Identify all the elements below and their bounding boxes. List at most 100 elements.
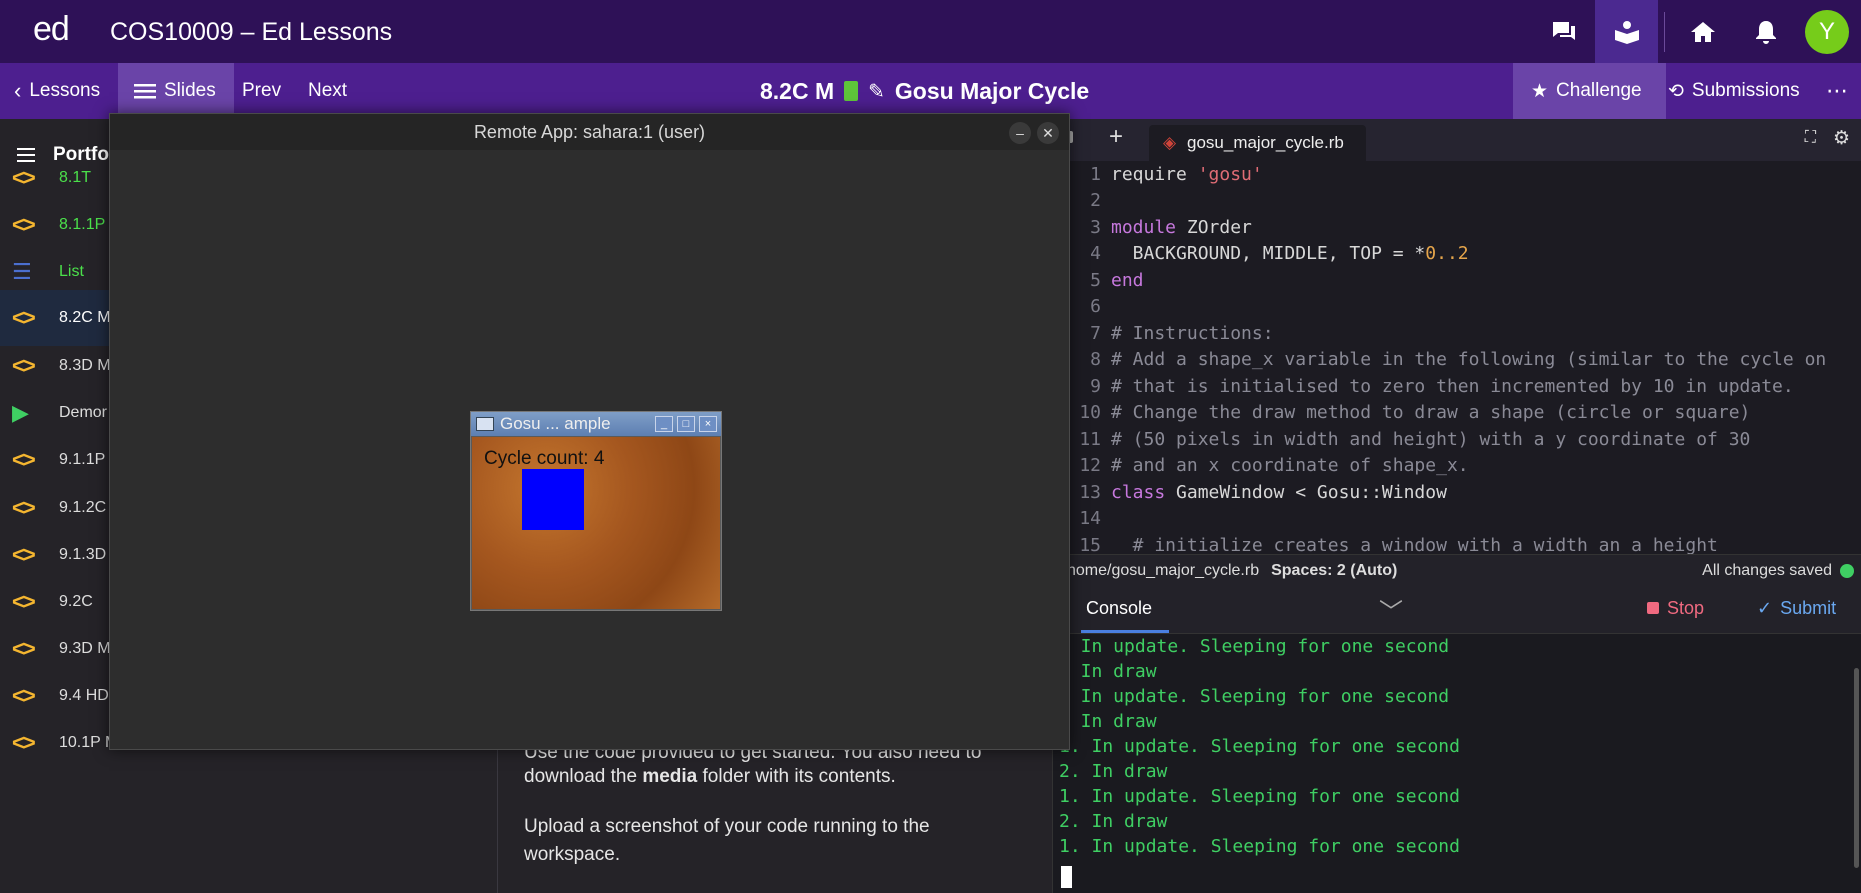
lesson-nav-bar: ‹ Lessons Slides Prev Next 8.2C M ✎ Gosu… [0,63,1861,119]
code-editor-panel: + ◈ gosu_major_cycle.rb ⛶ ⚙ 1 require 'go… [1052,119,1861,893]
fullscreen-icon[interactable]: ⛶ [1805,129,1816,147]
console-tab-underline [1081,630,1169,633]
console-header: Console ﹀ Stop ✓ Submit [1053,586,1861,634]
sidebar-item-label: 9.1.3D [59,546,107,563]
code-area[interactable]: 1 require 'gosu' 2 3 module ZOrder 4 BACKG… [1053,161,1861,554]
submissions-button[interactable]: ⟲ Submissions [1668,63,1800,119]
close-icon[interactable]: ✕ [1037,122,1059,144]
divider [1664,11,1665,52]
challenge-button[interactable]: ★ Challenge [1513,63,1666,119]
submit-button[interactable]: ✓ Submit [1757,598,1836,619]
play-icon: ▶ [12,400,29,425]
stop-icon [1647,602,1659,614]
editor-tabs: + ◈ gosu_major_cycle.rb ⛶ ⚙ [1053,119,1861,161]
console-line: . In update. Sleeping for one second [1059,636,1450,657]
upload-text-2: workspace. [524,844,621,865]
menu-icon [134,84,156,99]
more-icon[interactable]: ⋯ [1826,63,1848,119]
code-icon: <> [12,730,36,755]
lesson-code: 8.2C M [760,77,835,104]
next-button[interactable]: Next [308,63,347,119]
bell-icon[interactable] [1734,0,1797,63]
code-icon: <> [12,495,36,520]
chevron-down-icon[interactable]: ﹀ [1379,592,1403,627]
code-icon: <> [12,305,36,330]
editor-status-bar: home/gosu_major_cycle.rb Spaces: 2 (Auto… [1053,554,1861,586]
media-bold: media [642,766,698,787]
scrollbar[interactable] [1854,668,1859,868]
gosu-title-bar[interactable]: Gosu ... ample _ □ × [471,412,721,436]
tab-gosu-major-cycle[interactable]: ◈ gosu_major_cycle.rb [1149,125,1366,161]
remote-title-bar[interactable]: Remote App: sahara:1 (user) – ✕ [110,114,1069,150]
blue-square [522,469,584,530]
code-icon: <> [12,542,36,567]
minimize-icon[interactable]: _ [655,416,673,432]
console-line: 1. In update. Sleeping for one second [1059,736,1460,757]
pencil-icon: ✎ [868,80,885,103]
console-line: . In draw [1059,661,1157,682]
close-icon[interactable]: × [699,416,717,432]
sidebar-item-label: 8.3D M [59,357,111,374]
history-icon: ⟲ [1668,80,1684,102]
slides-label: Slides [164,80,216,101]
challenge-label: Challenge [1556,80,1642,101]
list-icon: ☰ [12,259,32,284]
plus-icon[interactable]: + [1109,123,1123,151]
save-status: All changes saved [1702,561,1832,579]
file-path: home/gosu_major_cycle.rb [1067,561,1260,579]
sidebar-item-label: 9.1.2C [59,499,107,516]
sidebar-item-label: 9.1.1P [59,451,106,468]
window-icon [476,417,494,431]
sidebar-item-label: 9.3D M [59,640,111,657]
console-line: 1. In update. Sleeping for one second [1059,836,1460,857]
text-part: download the [524,766,643,787]
lessons-back-button[interactable]: ‹ Lessons [14,63,100,119]
gosu-canvas: Cycle count: 4 [472,437,720,609]
sidebar-item-label: Demor [59,404,108,421]
home-icon[interactable] [1671,0,1734,63]
code-icon: <> [12,636,36,661]
sidebar-item-label: 8.2C M [59,309,111,326]
cursor [1061,866,1072,888]
ed-logo[interactable]: ed [33,10,70,49]
submit-label: Submit [1780,598,1837,618]
gear-icon[interactable]: ⚙ [1833,127,1850,150]
sidebar-item-label: 9.2C [59,593,93,610]
console-line: 2. In draw [1059,811,1168,832]
sidebar-item-label: 8.1T [59,169,92,186]
sidebar-item-label: List [59,263,84,280]
stop-button[interactable]: Stop [1647,598,1704,619]
console-line: . In update. Sleeping for one second [1059,686,1450,707]
tab-label: gosu_major_cycle.rb [1187,133,1344,152]
console-output[interactable]: . In update. Sleeping for one second . In… [1053,634,1861,893]
cycle-count-text: Cycle count: 4 [484,448,605,469]
code-icon: <> [12,165,36,190]
star-icon: ★ [1531,80,1549,102]
console-line: 1. In update. Sleeping for one second [1059,786,1460,807]
maximize-icon[interactable]: □ [677,416,695,432]
indent-setting[interactable]: Spaces: 2 (Auto) [1271,562,1397,580]
course-title: COS10009 – Ed Lessons [110,18,393,46]
console-line: 2. In draw [1059,761,1168,782]
check-icon: ✓ [1757,598,1773,618]
code-icon: <> [12,683,36,708]
lessons-icon[interactable] [1595,0,1658,63]
slides-button[interactable]: Slides [118,63,234,119]
discussion-icon[interactable] [1532,0,1595,63]
saved-dot-icon [1840,563,1854,578]
submissions-label: Submissions [1691,80,1800,101]
upload-text: Upload a screenshot of your code running… [524,816,930,837]
code-icon: <> [12,447,36,472]
chevron-left-icon: ‹ [14,78,22,103]
prev-button[interactable]: Prev [242,63,281,119]
console-tab[interactable]: Console [1086,598,1152,619]
lessons-label: Lessons [29,80,101,101]
avatar[interactable]: Y [1805,9,1849,54]
lesson-name: Gosu Major Cycle [894,77,1090,104]
gosu-title: Gosu ... ample [500,414,611,433]
code-icon: <> [12,353,36,378]
stop-label: Stop [1667,598,1705,618]
code-icon: <> [12,589,36,614]
top-icons: Y [1532,0,1861,63]
minimize-icon[interactable]: – [1009,122,1031,144]
